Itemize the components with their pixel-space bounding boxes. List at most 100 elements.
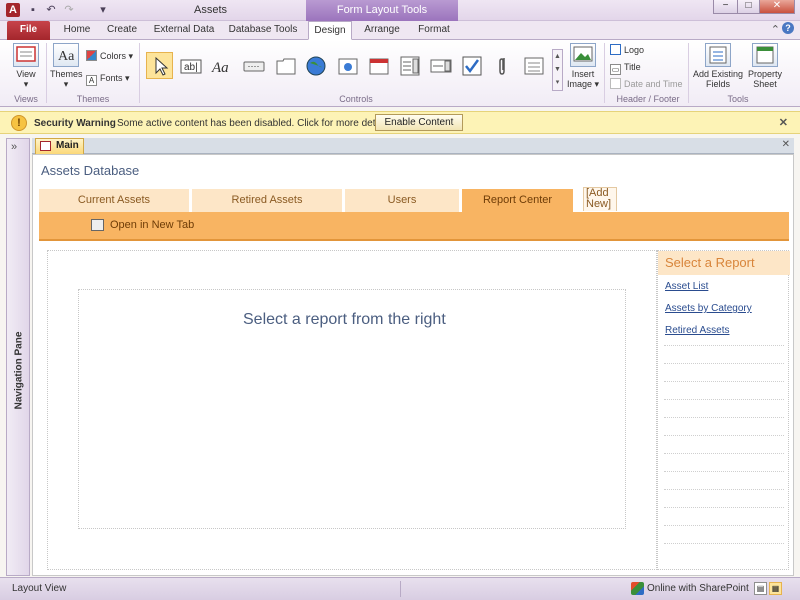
separator xyxy=(688,43,689,103)
tab-users[interactable]: Users xyxy=(345,189,459,212)
divider xyxy=(664,399,784,400)
add-fields-label-2: Fields xyxy=(705,79,730,89)
select-report-message: Select a report from the right xyxy=(243,311,446,328)
fonts-button[interactable]: A Fonts ▾ xyxy=(86,71,130,86)
divider xyxy=(664,471,784,472)
insert-image-label-1: Insert xyxy=(571,69,595,79)
select-pointer-control[interactable] xyxy=(146,52,173,79)
close-security-bar-icon[interactable]: ✕ xyxy=(779,116,788,129)
close-document-icon[interactable]: ✕ xyxy=(782,139,790,150)
ribbon: View ▾ Views Aa Themes ▾ Colors ▾ A Fonts ▾… xyxy=(0,40,800,107)
fonts-label: Fonts xyxy=(100,73,123,83)
select-a-report-header: Select a Report xyxy=(658,251,790,275)
view-button[interactable]: View ▾ xyxy=(8,43,44,89)
security-warning-bar[interactable]: ! Security Warning Some active content h… xyxy=(0,111,800,134)
date-and-time-button[interactable]: Date and Time xyxy=(610,77,683,91)
text-box-control[interactable]: ab| xyxy=(177,52,204,79)
window-title: Assets xyxy=(194,4,228,16)
help-icon[interactable]: ? xyxy=(782,22,794,34)
form-view-icon[interactable]: ▤ xyxy=(754,582,767,595)
security-warning-title: Security Warning xyxy=(34,118,116,129)
tab-design[interactable]: Design xyxy=(308,21,352,40)
security-warning-message[interactable]: Some active content has been disabled. C… xyxy=(117,118,393,129)
divider xyxy=(664,507,784,508)
add-fields-label-1: Add Existing xyxy=(692,69,744,79)
status-sharepoint[interactable]: Online with SharePoint xyxy=(647,583,749,594)
report-link-retired-assets[interactable]: Retired Assets xyxy=(665,325,729,336)
report-link-asset-list[interactable]: Asset List xyxy=(665,281,708,292)
divider xyxy=(664,381,784,382)
themes-button[interactable]: Aa Themes ▾ xyxy=(50,43,83,89)
ribbon-tab-row: File Home Create External Data Database … xyxy=(0,21,800,40)
option-group-control[interactable] xyxy=(520,52,547,79)
tab-file[interactable]: File xyxy=(7,21,50,40)
web-browser-control[interactable] xyxy=(334,52,361,79)
enable-content-button[interactable]: Enable Content xyxy=(375,114,463,131)
tab-add-new[interactable]: [Add New] xyxy=(583,187,617,211)
save-icon[interactable]: ▪ xyxy=(26,3,40,17)
list-box-control[interactable] xyxy=(427,52,454,79)
layout-view-icon[interactable]: ▦ xyxy=(769,582,782,595)
controls-gallery-scroll[interactable]: ▲ ▼ ▾ xyxy=(552,49,563,91)
property-sheet-icon xyxy=(752,43,778,67)
doc-tab-main-label: Main xyxy=(56,140,79,151)
minimize-button[interactable]: − xyxy=(713,0,738,14)
attachment-control[interactable] xyxy=(489,52,516,79)
logo-button[interactable]: Logo xyxy=(610,43,644,57)
tab-create[interactable]: Create xyxy=(101,21,143,40)
expand-navigation-pane-icon[interactable]: » xyxy=(11,141,17,153)
tab-current-assets[interactable]: Current Assets xyxy=(39,189,189,212)
logo-label: Logo xyxy=(624,45,645,55)
button-control[interactable] xyxy=(240,52,267,79)
report-center-subbar: Open in New Tab xyxy=(39,212,789,241)
tab-control[interactable] xyxy=(272,52,299,79)
access-app-icon[interactable]: A xyxy=(6,3,20,17)
separator xyxy=(46,43,47,103)
report-list-panel: Select a Report Asset List Assets by Cat… xyxy=(657,250,790,570)
insert-image-button[interactable]: Insert Image ▾ xyxy=(566,43,600,89)
close-window-button[interactable]: ✕ xyxy=(759,0,795,14)
form-layout-tools-header: Form Layout Tools xyxy=(306,0,458,21)
warning-icon: ! xyxy=(11,115,27,131)
tab-database-tools[interactable]: Database Tools xyxy=(224,21,302,40)
header-footer-group-label: Header / Footer xyxy=(616,94,680,104)
tab-home[interactable]: Home xyxy=(56,21,98,40)
colors-button[interactable]: Colors ▾ xyxy=(86,49,133,63)
title-button[interactable]: ▭ Title xyxy=(610,60,641,75)
themes-label: Themes xyxy=(50,69,83,79)
colors-label: Colors xyxy=(100,51,127,61)
sharepoint-icon xyxy=(631,582,644,595)
image-icon xyxy=(570,43,596,67)
restore-button[interactable]: □ xyxy=(737,0,760,14)
divider xyxy=(664,543,784,544)
open-in-new-tab-button[interactable]: Open in New Tab xyxy=(110,219,194,231)
view-icon xyxy=(13,43,39,67)
redo-icon[interactable]: ↷ xyxy=(62,3,76,17)
minimize-ribbon-icon[interactable]: ⌃ xyxy=(771,23,780,36)
customize-qat-icon[interactable]: ▾ xyxy=(96,3,110,17)
add-existing-fields-button[interactable]: Add Existing Fields xyxy=(691,43,745,89)
tab-external-data[interactable]: External Data xyxy=(148,21,220,40)
tab-arrange[interactable]: Arrange xyxy=(356,21,408,40)
svg-text:ab|: ab| xyxy=(184,62,198,73)
svg-text:Aa: Aa xyxy=(211,60,229,76)
hyperlink-control[interactable] xyxy=(302,52,329,79)
undo-icon[interactable]: ↶ xyxy=(44,3,58,17)
tools-group-label: Tools xyxy=(727,94,749,104)
doc-tab-main[interactable]: Main xyxy=(35,138,84,154)
tab-format[interactable]: Format xyxy=(412,21,456,40)
title-icon: ▭ xyxy=(610,64,621,75)
navigation-control[interactable] xyxy=(365,52,392,79)
tab-report-center[interactable]: Report Center xyxy=(462,189,573,213)
form-icon xyxy=(40,141,51,151)
divider xyxy=(664,435,784,436)
navigation-pane[interactable]: » Navigation Pane xyxy=(6,138,30,576)
property-sheet-button[interactable]: Property Sheet xyxy=(745,43,785,89)
document-tab-strip: Main ✕ xyxy=(32,138,794,154)
label-control[interactable]: Aa xyxy=(208,52,235,79)
report-link-assets-by-category[interactable]: Assets by Category xyxy=(665,303,752,314)
check-box-control[interactable] xyxy=(458,52,485,79)
navigation-pane-label: Navigation Pane xyxy=(13,331,25,410)
tab-retired-assets[interactable]: Retired Assets xyxy=(192,189,342,212)
combo-box-control[interactable] xyxy=(396,52,423,79)
